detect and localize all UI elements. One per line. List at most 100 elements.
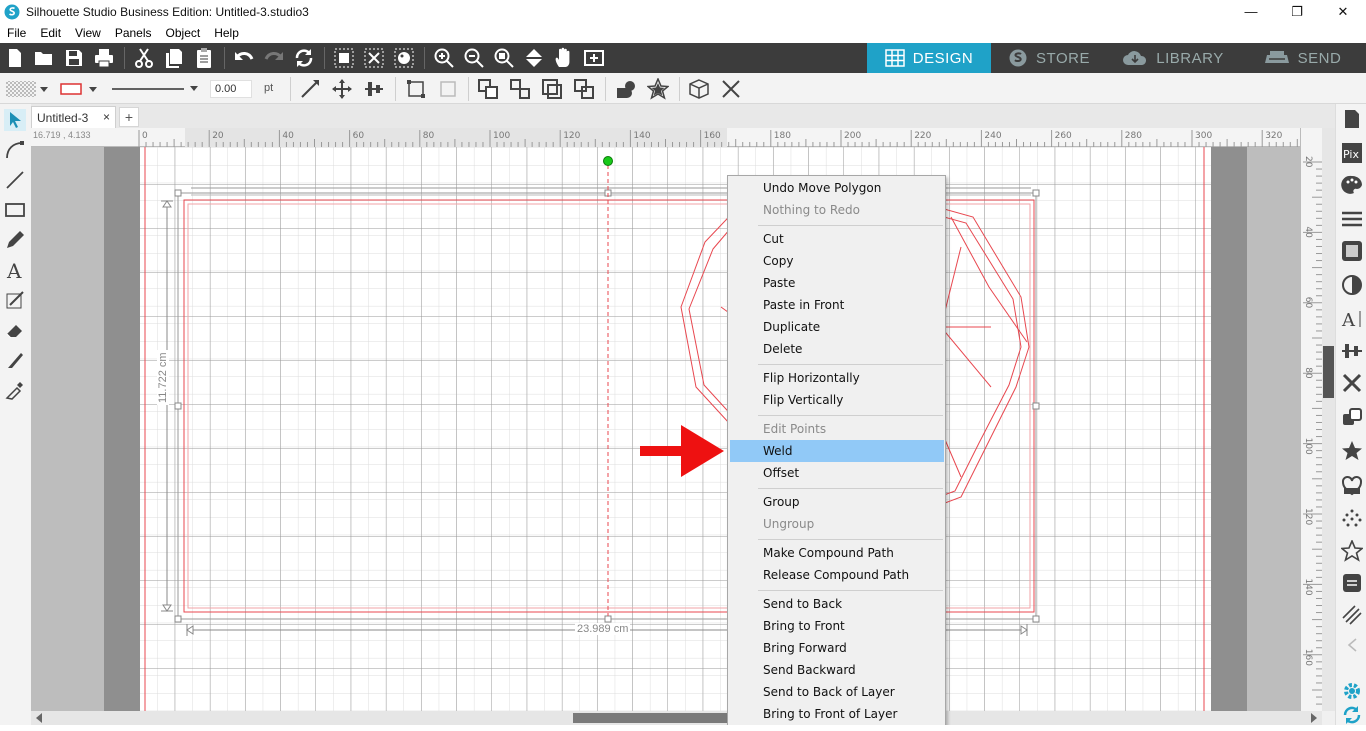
menu-item-paste-in-front[interactable]: Paste in Front bbox=[730, 294, 944, 316]
collapse-left-icon[interactable] bbox=[1341, 634, 1363, 656]
align-panel-icon[interactable] bbox=[1341, 340, 1363, 362]
transparency-icon[interactable] bbox=[1341, 274, 1363, 296]
new-tab-button[interactable]: + bbox=[119, 107, 139, 127]
replicate-icon[interactable] bbox=[437, 78, 459, 100]
menu-item-weld[interactable]: Weld bbox=[730, 440, 944, 462]
menu-item-send-backward[interactable]: Send Backward bbox=[730, 659, 944, 681]
release-compound-icon[interactable] bbox=[573, 78, 595, 100]
menu-view[interactable]: View bbox=[68, 26, 108, 40]
align-icon[interactable] bbox=[363, 78, 385, 100]
new-document-icon[interactable] bbox=[4, 47, 26, 69]
ungroup-icon[interactable] bbox=[509, 78, 531, 100]
eraser-tool-icon[interactable] bbox=[4, 319, 26, 341]
replicate-panel-icon[interactable] bbox=[1341, 406, 1363, 428]
3d-box-icon[interactable] bbox=[688, 78, 710, 100]
scroll-left-icon[interactable] bbox=[33, 711, 45, 725]
page-setup-icon[interactable] bbox=[1341, 108, 1363, 130]
settings-gear-icon[interactable] bbox=[1341, 680, 1363, 702]
close-tab-icon[interactable]: × bbox=[103, 110, 110, 124]
menu-item-bring-to-front[interactable]: Bring to Front bbox=[730, 615, 944, 637]
menu-item-duplicate[interactable]: Duplicate bbox=[730, 316, 944, 338]
redo-icon[interactable] bbox=[263, 47, 285, 69]
paste-icon[interactable] bbox=[193, 47, 215, 69]
move-down-icon[interactable] bbox=[523, 47, 545, 69]
tab-store[interactable]: STORE bbox=[991, 43, 1107, 73]
fill-pattern-panel-icon[interactable] bbox=[1341, 240, 1363, 262]
redraw-icon[interactable] bbox=[293, 47, 315, 69]
menu-item-copy[interactable]: Copy bbox=[730, 250, 944, 272]
undo-icon[interactable] bbox=[233, 47, 255, 69]
menu-panels[interactable]: Panels bbox=[108, 26, 159, 40]
fill-pattern-icon[interactable] bbox=[6, 78, 36, 100]
close-toolbar-icon[interactable] bbox=[720, 78, 742, 100]
fill-color-palette-icon[interactable] bbox=[1341, 174, 1363, 196]
copy-icon[interactable] bbox=[163, 47, 185, 69]
menu-item-paste[interactable]: Paste bbox=[730, 272, 944, 294]
select-all-icon[interactable] bbox=[333, 47, 355, 69]
tab-design[interactable]: DESIGN bbox=[867, 43, 991, 73]
group-icon[interactable] bbox=[477, 78, 499, 100]
horizontal-scrollbar[interactable] bbox=[31, 711, 1322, 725]
menu-item-bring-forward[interactable]: Bring Forward bbox=[730, 637, 944, 659]
transform-icon[interactable] bbox=[405, 78, 427, 100]
menu-item-flip-horizontally[interactable]: Flip Horizontally bbox=[730, 367, 944, 389]
menu-item-offset[interactable]: Offset bbox=[730, 462, 944, 484]
fill-dropdown-icon[interactable] bbox=[38, 78, 50, 100]
line-style-icon[interactable] bbox=[1341, 208, 1363, 230]
pan-hand-icon[interactable] bbox=[553, 47, 575, 69]
menu-help[interactable]: Help bbox=[207, 26, 246, 40]
text-style-icon[interactable]: A bbox=[1341, 308, 1363, 330]
zoom-out-icon[interactable] bbox=[463, 47, 485, 69]
restore-button[interactable]: ❐ bbox=[1274, 0, 1320, 23]
line-width-input[interactable]: 0.00 bbox=[210, 80, 252, 98]
tab-send[interactable]: SEND bbox=[1239, 43, 1366, 73]
menu-item-flip-vertically[interactable]: Flip Vertically bbox=[730, 389, 944, 411]
menu-object[interactable]: Object bbox=[159, 26, 208, 40]
zoom-fit-icon[interactable] bbox=[493, 47, 515, 69]
menu-item-send-to-back[interactable]: Send to Back bbox=[730, 593, 944, 615]
compound-path-icon[interactable] bbox=[541, 78, 563, 100]
scale-icon[interactable] bbox=[299, 78, 321, 100]
vertical-scrollbar[interactable] bbox=[1322, 128, 1335, 711]
menu-item-make-compound-path[interactable]: Make Compound Path bbox=[730, 542, 944, 564]
tab-library[interactable]: LIBRARY bbox=[1107, 43, 1239, 73]
sketch-panel-icon[interactable] bbox=[1341, 604, 1363, 626]
point-edit-icon[interactable] bbox=[4, 139, 26, 161]
tab-untitled-3[interactable]: Untitled-3 × bbox=[31, 106, 116, 128]
sketch-tool-icon[interactable] bbox=[4, 289, 26, 311]
zoom-in-icon[interactable] bbox=[433, 47, 455, 69]
print-icon[interactable] bbox=[93, 47, 115, 69]
eyedropper-tool-icon[interactable] bbox=[4, 379, 26, 401]
select-by-color-icon[interactable] bbox=[393, 47, 415, 69]
minimize-button[interactable]: — bbox=[1228, 0, 1274, 23]
scroll-right-icon[interactable] bbox=[1308, 711, 1320, 725]
save-icon[interactable] bbox=[63, 47, 85, 69]
pixscan-icon[interactable]: Pix bbox=[1341, 142, 1363, 164]
library-star-icon[interactable] bbox=[1341, 540, 1363, 562]
weld-icon[interactable] bbox=[615, 78, 637, 100]
line-style-selector[interactable] bbox=[110, 78, 200, 100]
fit-page-icon[interactable] bbox=[583, 47, 605, 69]
rectangle-tool-icon[interactable] bbox=[4, 199, 26, 221]
layers-panel-icon[interactable] bbox=[1341, 572, 1363, 594]
menu-edit[interactable]: Edit bbox=[33, 26, 68, 40]
cut-icon[interactable] bbox=[133, 47, 155, 69]
select-arrow-icon[interactable] bbox=[4, 109, 26, 131]
pencil-tool-icon[interactable] bbox=[4, 229, 26, 251]
line-color-dropdown-icon[interactable] bbox=[87, 78, 99, 100]
open-folder-icon[interactable] bbox=[33, 47, 55, 69]
move-icon[interactable] bbox=[331, 78, 353, 100]
menu-item-bring-to-front-of-layer[interactable]: Bring to Front of Layer bbox=[730, 703, 944, 725]
modify-star-icon[interactable] bbox=[1341, 440, 1363, 462]
menu-file[interactable]: File bbox=[0, 26, 33, 40]
line-tool-icon[interactable] bbox=[4, 169, 26, 191]
sync-icon[interactable] bbox=[1341, 704, 1363, 726]
trace-dots-icon[interactable] bbox=[1341, 508, 1363, 530]
text-tool-icon[interactable]: A bbox=[4, 259, 26, 281]
menu-item-release-compound-path[interactable]: Release Compound Path bbox=[730, 564, 944, 586]
menu-item-cut[interactable]: Cut bbox=[730, 228, 944, 250]
menu-item-delete[interactable]: Delete bbox=[730, 338, 944, 360]
close-window-button[interactable]: ✕ bbox=[1320, 0, 1366, 23]
menu-item-undo-move-polygon[interactable]: Undo Move Polygon bbox=[730, 177, 944, 199]
line-color-icon[interactable] bbox=[60, 78, 82, 100]
